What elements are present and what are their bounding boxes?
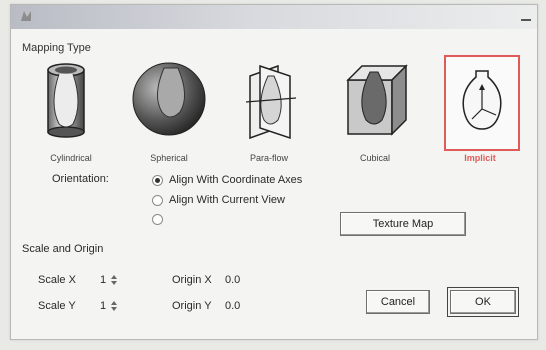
cylindrical-map-icon[interactable] <box>32 58 110 140</box>
map-type-label-spherical: Spherical <box>150 153 188 163</box>
planar-map-icon[interactable] <box>230 58 308 140</box>
mapping-type-header: Mapping Type <box>22 42 91 54</box>
scale-x-label: Scale X <box>38 274 76 286</box>
implicit-map-icon <box>462 70 502 130</box>
app-icon <box>21 11 31 21</box>
ok-button[interactable]: OK <box>447 287 519 317</box>
spinner-icon[interactable] <box>110 275 118 285</box>
radio-label: Align With Current View <box>169 194 285 206</box>
title-bar[interactable] <box>11 5 537 29</box>
scale-x-value[interactable]: 1 <box>100 274 106 286</box>
orientation-label: Orientation: <box>52 173 109 185</box>
radio-button[interactable] <box>152 194 163 206</box>
origin-x-label: Origin X <box>172 274 212 286</box>
scale-origin-header: Scale and Origin <box>22 243 104 255</box>
scale-y-label: Scale Y <box>38 300 76 312</box>
cancel-button[interactable]: Cancel <box>366 290 430 314</box>
radio-option-3[interactable] <box>152 212 169 226</box>
origin-y-value[interactable]: 0.0 <box>225 300 240 312</box>
map-type-label-implicit: Implicit <box>464 153 496 163</box>
spinner-icon[interactable] <box>110 301 118 311</box>
minimize-icon[interactable] <box>521 19 531 21</box>
map-type-label-planar: Para-flow <box>249 153 288 163</box>
origin-y-label: Origin Y <box>172 300 212 312</box>
implicit-map-selection[interactable] <box>444 55 520 151</box>
radio-button[interactable] <box>152 213 163 225</box>
texture-map-button[interactable]: Texture Map <box>340 212 466 236</box>
cubical-map-icon[interactable] <box>336 58 414 140</box>
spherical-map-icon[interactable] <box>130 58 208 140</box>
map-type-label-cylindrical: Cylindrical <box>50 153 92 163</box>
scale-y-value[interactable]: 1 <box>100 300 106 312</box>
scale-x-field[interactable]: 1 <box>100 274 118 286</box>
radio-button[interactable] <box>152 174 163 186</box>
radio-align-coordinate-axes[interactable]: Align With Coordinate Axes <box>152 173 302 187</box>
radio-label: Align With Coordinate Axes <box>169 174 303 186</box>
origin-x-value[interactable]: 0.0 <box>225 274 240 286</box>
radio-align-current-view[interactable]: Align With Current View <box>152 193 285 207</box>
map-type-label-cubical: Cubical <box>359 153 390 163</box>
scale-y-field[interactable]: 1 <box>100 300 118 312</box>
